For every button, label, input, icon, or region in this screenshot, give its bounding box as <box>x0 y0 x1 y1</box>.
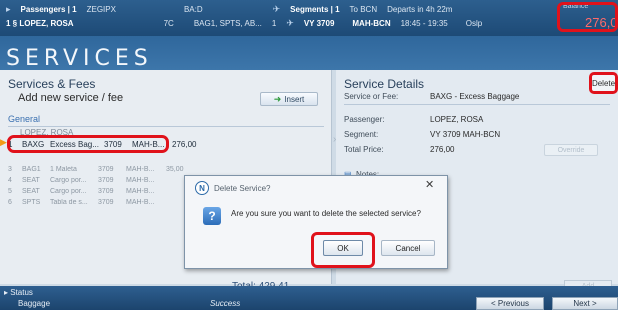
passenger-entry[interactable]: 1 § LOPEZ, ROSA <box>6 19 74 28</box>
services-fees-title: Services & Fees <box>8 77 96 91</box>
row-desc: Cargo por... <box>50 188 87 195</box>
dialog-titlebar: N Delete Service? <box>195 181 270 195</box>
service-fee-value: BAXG - Excess Baggage <box>430 92 520 101</box>
status-message: Success <box>210 299 241 308</box>
route: MAH-BCN <box>352 18 391 28</box>
row-num: 6 <box>8 199 12 206</box>
flight-times: 18:45 - 19:35 <box>400 18 448 28</box>
row-num: 5 <box>8 188 12 195</box>
segment-value: VY 3709 MAH-BCN <box>430 130 501 139</box>
row-flight: 3709 <box>98 199 114 206</box>
row-desc: 1 Maleta <box>50 166 77 173</box>
total-price-label: Total Price: <box>344 145 384 154</box>
service-fee-label: Service or Fee: <box>344 92 399 101</box>
dialog-title: Delete Service? <box>214 183 271 193</box>
row-flight: 3709 <box>98 166 114 173</box>
row-price: 276,00 <box>172 140 197 149</box>
passenger-label: Passenger: <box>344 115 385 124</box>
segment-label: Segment: <box>344 130 379 139</box>
dialog-message: Are you sure you want to delete the sele… <box>231 209 421 218</box>
row-code: SPTS <box>22 199 41 206</box>
divider <box>8 126 324 127</box>
selected-row-marker-icon: ▶ <box>0 137 7 147</box>
divider <box>344 104 610 105</box>
app-logo-icon: N <box>195 181 209 195</box>
row-flight: 3709 <box>98 188 114 195</box>
delete-service-dialog: N Delete Service? ✕ ? Are you sure you w… <box>184 175 448 269</box>
previous-button[interactable]: < Previous <box>476 297 544 310</box>
close-icon[interactable]: ✕ <box>425 178 434 191</box>
pax-services: BAG1, SPTS, AB... <box>193 18 262 28</box>
service-details-title: Service Details <box>344 77 425 91</box>
cancel-button[interactable]: Cancel <box>381 240 435 256</box>
segments-tab[interactable]: Segments | 1 <box>290 5 339 14</box>
row-code: BAG1 <box>22 166 41 173</box>
status-tab-label: Status <box>10 288 33 297</box>
question-icon: ? <box>203 207 221 225</box>
row-segment: MAH-B... <box>126 188 155 195</box>
ok-button-highlight <box>311 232 375 268</box>
row-code: SEAT <box>22 177 40 184</box>
insert-label: Insert <box>284 94 305 104</box>
balance-highlight <box>557 2 618 32</box>
general-group-label[interactable]: General <box>8 114 40 124</box>
flight-number: VY 3709 <box>303 18 335 28</box>
expand-arrow-icon[interactable]: ▸ <box>6 4 11 15</box>
status-left-text: Baggage <box>18 299 51 308</box>
record-locator: ZEGIPX <box>86 4 116 14</box>
segment-count: 1 <box>271 18 277 28</box>
row-segment: MAH-B... <box>126 166 155 173</box>
row-num: 3 <box>8 166 12 173</box>
row-code: SEAT <box>22 188 40 195</box>
arrow-right-icon: ➜ <box>273 93 282 104</box>
total-price-value: 276,00 <box>430 145 455 154</box>
header-row-details: 1 § LOPEZ, ROSA 7C BAG1, SPTS, AB... 1 ✈… <box>6 17 482 29</box>
add-service-field[interactable]: Add new service / fee <box>18 92 123 104</box>
row-segment: MAH-B... <box>126 177 155 184</box>
ba-label: BA:D <box>183 4 203 14</box>
row-desc: Cargo por... <box>50 177 87 184</box>
next-button[interactable]: Next > <box>552 297 618 310</box>
insert-button[interactable]: ➜ Insert <box>260 92 318 106</box>
destination-label: To BCN <box>349 4 378 14</box>
top-header-bar: ▸ Passengers | 1 ZEGIPX BA:D ✈ Segments … <box>0 0 618 36</box>
selected-row-highlight <box>7 135 169 153</box>
status-code: Oslp <box>465 18 483 28</box>
passengers-tab[interactable]: Passengers | 1 <box>21 5 77 14</box>
plane-icon: ✈ <box>272 3 281 14</box>
row-desc: Tabla de s... <box>50 199 88 206</box>
row-num: 4 <box>8 177 12 184</box>
passenger-value: LOPEZ, ROSA <box>430 115 484 124</box>
departure-countdown: Departs in 4h 22m <box>387 4 453 14</box>
override-button[interactable]: Override <box>544 144 598 156</box>
header-row-passengers: ▸ Passengers | 1 ZEGIPX BA:D ✈ Segments … <box>6 3 452 15</box>
row-flight: 3709 <box>98 177 114 184</box>
status-tab[interactable]: ▸ Status <box>4 288 33 297</box>
row-segment: MAH-B... <box>126 199 155 206</box>
delete-button[interactable]: Delete <box>589 72 618 94</box>
page-title: SERVICES <box>6 46 153 71</box>
pax-type: 7C <box>163 18 174 28</box>
plane-icon: ✈ <box>286 17 294 28</box>
